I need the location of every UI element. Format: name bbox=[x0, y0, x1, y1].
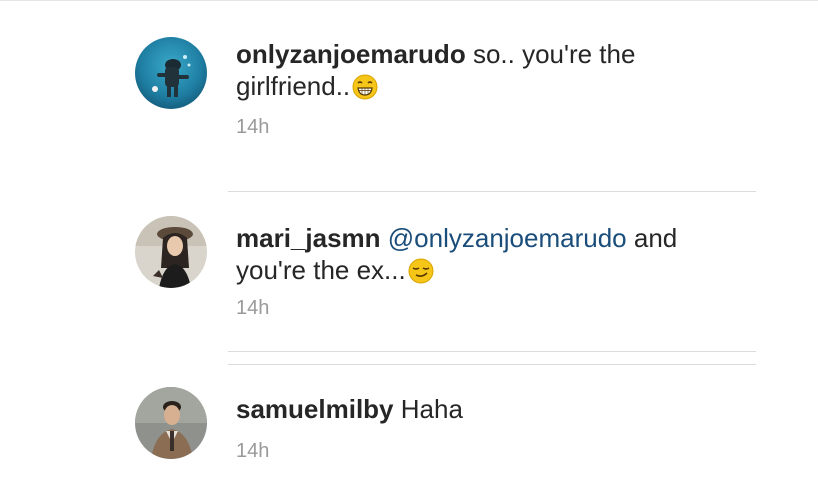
comment-divider bbox=[228, 364, 756, 365]
comment-text: mari_jasmn @onlyzanjoemarudo and you're … bbox=[236, 222, 706, 286]
comment-username[interactable]: onlyzanjoemarudo bbox=[236, 39, 466, 69]
avatar[interactable] bbox=[135, 216, 207, 288]
avatar[interactable] bbox=[135, 37, 207, 109]
comment-username[interactable]: samuelmilby bbox=[236, 394, 394, 424]
comment-timestamp: 14h bbox=[236, 440, 270, 462]
comment-username[interactable]: mari_jasmn bbox=[236, 223, 381, 253]
comment-divider bbox=[228, 351, 756, 352]
top-divider bbox=[0, 0, 818, 1]
comment-body: Haha bbox=[400, 394, 463, 424]
comment-text: onlyzanjoemarudo so.. you're the girlfri… bbox=[236, 38, 706, 102]
smirking-face-emoji-icon bbox=[408, 258, 434, 284]
comment-mention-link[interactable]: @onlyzanjoemarudo bbox=[388, 223, 627, 253]
grinning-face-emoji-icon bbox=[352, 74, 378, 100]
comment-timestamp: 14h bbox=[236, 116, 270, 138]
comment-text: samuelmilby Haha bbox=[236, 393, 706, 425]
comment-timestamp: 14h bbox=[236, 297, 270, 319]
comment-divider bbox=[228, 191, 756, 192]
avatar[interactable] bbox=[135, 387, 207, 459]
